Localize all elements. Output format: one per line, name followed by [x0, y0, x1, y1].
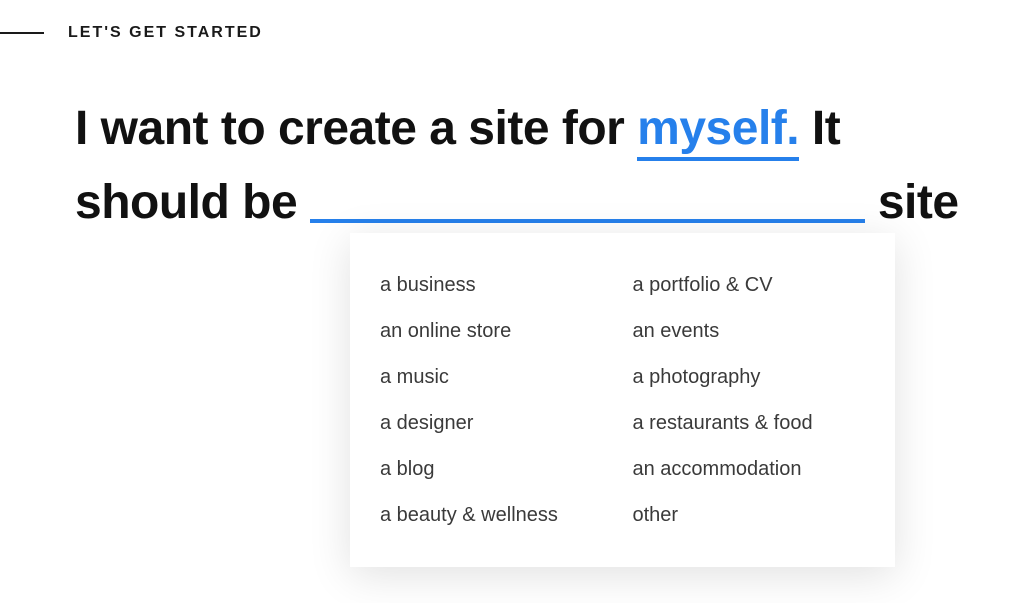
dropdown-option-other[interactable]: other	[633, 503, 866, 527]
dropdown-option-beauty[interactable]: a beauty & wellness	[380, 503, 613, 527]
dropdown-option-music[interactable]: a music	[380, 365, 613, 389]
site-type-dropdown: a business a portfolio & CV an online st…	[350, 233, 895, 567]
sentence-part-3: site	[865, 176, 959, 229]
sentence-part-1: I want to create a site for	[75, 102, 637, 155]
dropdown-option-portfolio[interactable]: a portfolio & CV	[633, 273, 866, 297]
dropdown-option-online-store[interactable]: an online store	[380, 319, 613, 343]
dropdown-option-restaurants[interactable]: a restaurants & food	[633, 411, 866, 435]
onboarding-sentence: I want to create a site for myself. It s…	[75, 92, 994, 241]
dropdown-option-blog[interactable]: a blog	[380, 457, 613, 481]
dropdown-option-business[interactable]: a business	[380, 273, 613, 297]
dropdown-option-designer[interactable]: a designer	[380, 411, 613, 435]
site-type-slot[interactable]	[310, 219, 865, 223]
kicker-text: LET'S GET STARTED	[68, 24, 263, 42]
audience-slot[interactable]: myself.	[637, 102, 799, 161]
dropdown-option-events[interactable]: an events	[633, 319, 866, 343]
header-dash	[0, 32, 44, 34]
dropdown-option-accommodation[interactable]: an accommodation	[633, 457, 866, 481]
page-header: LET'S GET STARTED	[0, 24, 263, 42]
dropdown-option-photography[interactable]: a photography	[633, 365, 866, 389]
